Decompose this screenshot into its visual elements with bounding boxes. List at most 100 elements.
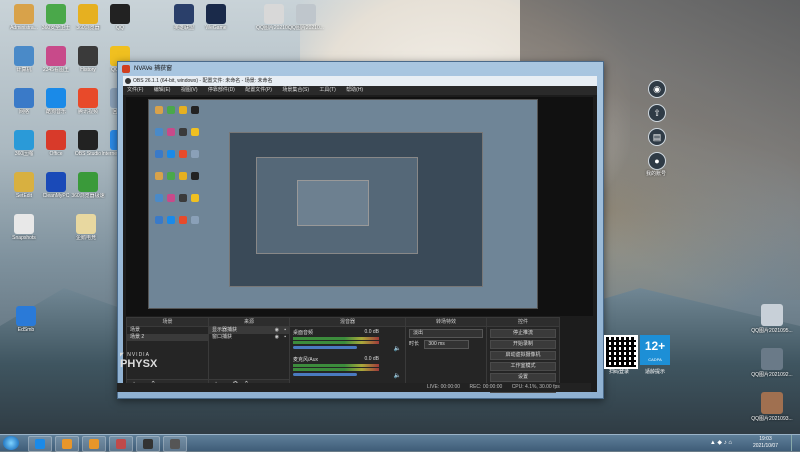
capture-window[interactable]: NVAVe 捕获窗 OBS 26.1.1 (64-bit, windows) -… — [117, 61, 604, 399]
preview-nested-obs — [229, 132, 483, 287]
transition-select[interactable]: 淡出 — [409, 329, 483, 338]
desktop-icon-esports[interactable]: 企鹅电竞 — [64, 212, 108, 248]
live-status: LIVE: 00:00:00 — [427, 384, 461, 390]
preview-mini-icon — [191, 106, 199, 114]
preview-mini-icon — [179, 150, 187, 158]
menu-file[interactable]: 文件(F) — [127, 87, 143, 93]
mixer-channel-name: 桌面音频 — [293, 330, 314, 336]
transition-duration-input[interactable]: 300 ms — [424, 340, 470, 349]
speaker-icon[interactable]: 🔈 — [394, 372, 401, 379]
obs-titlebar[interactable]: OBS 26.1.1 (64-bit, windows) - 配置文件: 未命名… — [123, 76, 597, 86]
volume-slider[interactable] — [293, 346, 357, 349]
preview-mini-icon — [179, 172, 187, 180]
menu-help[interactable]: 帮助(H) — [346, 87, 363, 93]
app-icon — [14, 88, 34, 108]
taskbar-clock[interactable]: 19:03 2021/10/07 — [753, 436, 778, 450]
sources-dock-title: 来源 — [209, 318, 289, 327]
audio-meter — [293, 341, 379, 344]
app-icon — [206, 4, 226, 24]
preview-mini-icon — [167, 194, 175, 202]
desktop-icon-snapshots[interactable]: Snapshots — [2, 212, 46, 248]
lock-icon[interactable]: ▪ — [284, 334, 286, 341]
start-virtual-camera-button[interactable]: 启动虚拟摄像机 — [490, 351, 556, 360]
app-icon — [46, 130, 66, 150]
desktop-file-label: QQ图片2021093... — [751, 416, 793, 422]
menu-edit[interactable]: 编辑(E) — [154, 87, 171, 93]
obs-title-text: OBS 26.1.1 (64-bit, windows) - 配置文件: 未命名… — [133, 78, 273, 84]
app-icon — [116, 439, 126, 449]
mixer-dock: 混音器 桌面音频 0.0 dB 🔈 麦克风/Aux 0.0 dB 🔈 — [289, 317, 406, 391]
controls-dock: 控件 停止推流 开始录制 启动虚拟摄像机 工作室模式 设置 退出 — [486, 317, 560, 393]
preview-mini-icon — [155, 106, 163, 114]
desktop-file-qq-image-2[interactable]: QQ图片20210... — [284, 2, 328, 38]
obs-docks: 场景 场景 场景 2 +−⌃⌄ 来源 显示器捕获 ◉ ▪ 窗口捕获 ◉ ▪ — [126, 317, 593, 393]
settings-button[interactable]: 设置 — [490, 373, 556, 382]
desktop-file-label: QQ图片2021092... — [751, 372, 793, 378]
menu-docks[interactable]: 停靠部件(D) — [208, 87, 235, 93]
preview-mini-icon — [191, 216, 199, 224]
lock-icon[interactable]: ▪ — [284, 327, 286, 334]
source-item[interactable]: 窗口捕获 ◉ ▪ — [209, 334, 289, 341]
preview-nested-obs-innermost — [297, 180, 369, 226]
mixer-dock-title: 混音器 — [290, 318, 405, 327]
app-icon — [62, 439, 72, 449]
audio-meter — [293, 364, 379, 367]
side-toolbar-upload-button[interactable]: ⇧ — [648, 104, 666, 122]
audio-meter — [293, 368, 379, 371]
transitions-dock-title: 转场特效 — [406, 318, 486, 327]
app-icon — [76, 214, 96, 234]
system-tray[interactable]: ▲ ◆ ♪ ⌂ — [710, 439, 732, 446]
preview-mini-icon — [167, 128, 175, 136]
obs-menubar: 文件(F) 编辑(E) 视图(V) 停靠部件(D) 配置文件(P) 场景集合(S… — [123, 86, 597, 95]
app-icon — [35, 439, 45, 449]
menu-scene-collection[interactable]: 场景集合(S) — [282, 87, 309, 93]
mixer-channel-name: 麦克风/Aux — [293, 357, 319, 363]
desktop-icon-360speed[interactable]: 360浏览器极速 — [66, 170, 110, 206]
eye-icon[interactable]: ◉ — [275, 334, 279, 341]
desktop-icon-label: WeGame — [205, 25, 227, 31]
taskbar: ▲ ◆ ♪ ⌂ 19:03 2021/10/07 — [0, 434, 800, 452]
start-recording-button[interactable]: 开始录制 — [490, 340, 556, 349]
side-toolbar-account-label: 我的账号 — [645, 171, 666, 177]
volume-slider[interactable] — [293, 373, 357, 376]
app-icon — [46, 88, 66, 108]
app-icon — [46, 46, 66, 66]
desktop-file-qq-image-right[interactable]: QQ图片2021095... — [744, 304, 800, 334]
desktop-file-qq-image-right[interactable]: QQ图片2021093... — [744, 392, 800, 422]
show-desktop-button[interactable] — [791, 435, 800, 451]
age-rating-sub: CADPA — [648, 357, 662, 362]
preview-mini-icon — [179, 106, 187, 114]
preview-mini-icon — [167, 216, 175, 224]
menu-tools[interactable]: 工具(T) — [319, 87, 335, 93]
desktop-icon-wegame[interactable]: WeGame — [194, 2, 238, 38]
source-item[interactable]: 显示器捕获 ◉ ▪ — [209, 327, 289, 334]
eye-icon[interactable]: ◉ — [275, 327, 279, 334]
studio-mode-button[interactable]: 工作室模式 — [490, 362, 556, 371]
desktop-icon-label: QQ — [116, 25, 124, 31]
desktop-icon-qq[interactable]: QQ — [98, 2, 142, 38]
capture-window-title: NVAVe 捕获窗 — [134, 66, 173, 72]
scene-item[interactable]: 场景 — [127, 327, 208, 334]
desktop-file-qq-image-right[interactable]: QQ图片2021092... — [744, 348, 800, 378]
stop-streaming-button[interactable]: 停止推流 — [490, 329, 556, 338]
app-icon — [170, 439, 180, 449]
side-toolbar-document-button[interactable]: ▤ — [648, 128, 666, 146]
side-toolbar-desktop-button[interactable]: ◉ — [648, 80, 666, 98]
menu-view[interactable]: 视图(V) — [181, 87, 198, 93]
mixer-channel-desktop: 桌面音频 0.0 dB — [293, 329, 379, 349]
scene-item-selected[interactable]: 场景 2 — [127, 334, 208, 341]
menu-profile[interactable]: 配置文件(P) — [245, 87, 272, 93]
capture-window-titlebar[interactable]: NVAVe 捕获窗 — [118, 62, 603, 76]
side-toolbar-account-button[interactable]: ● — [648, 152, 666, 170]
preview-mini-icon — [155, 194, 163, 202]
obs-preview[interactable] — [126, 97, 593, 316]
speaker-icon[interactable]: 🔈 — [394, 345, 401, 352]
preview-mini-icon — [155, 128, 163, 136]
app-icon — [78, 172, 98, 192]
image-file-icon — [761, 392, 783, 414]
start-button[interactable] — [3, 436, 19, 450]
desktop-icon-label: Snapshots — [12, 235, 36, 241]
transition-duration-label: 时长 — [409, 341, 420, 347]
app-icon — [174, 4, 194, 24]
desktop-icon-edsmb[interactable]: EdSmb — [4, 304, 48, 340]
